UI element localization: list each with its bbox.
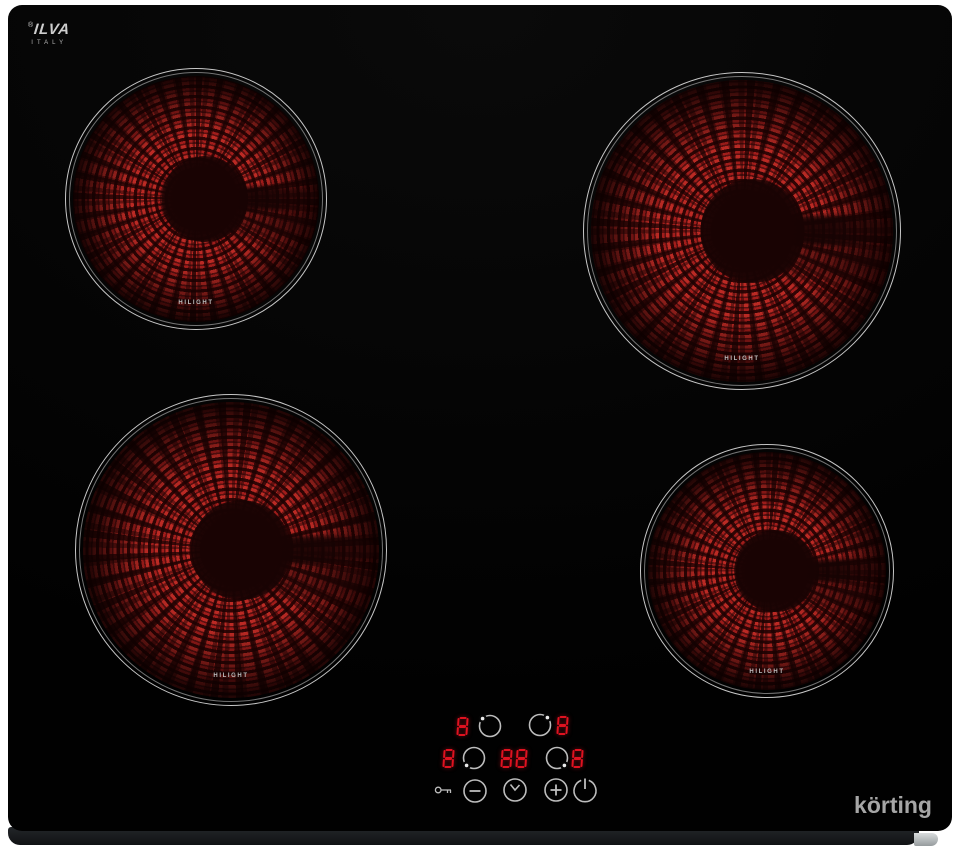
power-display-rear-right (557, 716, 568, 735)
registered-mark: ® (28, 22, 33, 29)
burner-front-left-hilight-label: HILIGHT (83, 673, 379, 679)
seven-segment-digit (500, 749, 512, 768)
burner-front-left: HILIGHT (75, 394, 387, 706)
zone-select-rear-left-button[interactable] (476, 712, 504, 740)
zone-select-rear-right-button[interactable] (526, 711, 554, 739)
burner-front-right-hilight-label: HILIGHT (648, 669, 886, 675)
power-display-rear-left (457, 717, 468, 736)
burner-rear-right-hilight-label: HILIGHT (591, 356, 893, 362)
burner-front-right: HILIGHT (640, 444, 894, 698)
burner-rear-right-center-hub (700, 179, 804, 283)
korting-logo: körting (836, 792, 932, 819)
plus-button[interactable] (542, 776, 570, 804)
burner-rear-left-coil: HILIGHT (73, 76, 319, 322)
burner-rear-left-hilight-label: HILIGHT (73, 300, 319, 306)
burner-rear-left-center-hub (162, 156, 248, 242)
cooktop-product-photo: ®ILVA ITALY körting HILIGHT HILIGHT HILI… (0, 0, 970, 854)
power-button[interactable] (571, 776, 599, 804)
seven-segment-digit (556, 716, 568, 735)
burner-rear-right: HILIGHT (583, 72, 901, 390)
seven-segment-digit (515, 749, 527, 768)
front-edge-notch (914, 833, 938, 846)
power-display-front-right (572, 749, 583, 768)
ilva-logo-text: ILVA (33, 22, 71, 37)
timer-clock-button[interactable] (501, 776, 529, 804)
seven-segment-digit (442, 749, 454, 768)
zone-select-front-left-button[interactable] (460, 744, 488, 772)
burner-rear-left: HILIGHT (65, 68, 327, 330)
burner-front-right-center-hub (734, 530, 816, 612)
ilva-logo: ®ILVA ITALY (28, 22, 70, 46)
burner-front-left-center-hub (191, 500, 291, 600)
minus-button[interactable] (461, 777, 489, 805)
burner-front-left-coil: HILIGHT (83, 402, 379, 698)
ilva-logo-country: ITALY (28, 40, 70, 46)
power-display-front-left (443, 749, 454, 768)
seven-segment-digit (456, 717, 468, 736)
burner-rear-right-coil: HILIGHT (591, 80, 893, 382)
burner-front-right-coil: HILIGHT (648, 452, 886, 690)
key-lock-icon (434, 783, 454, 797)
timer-display (501, 749, 527, 768)
zone-select-front-right-button[interactable] (543, 744, 571, 772)
seven-segment-digit (571, 749, 583, 768)
